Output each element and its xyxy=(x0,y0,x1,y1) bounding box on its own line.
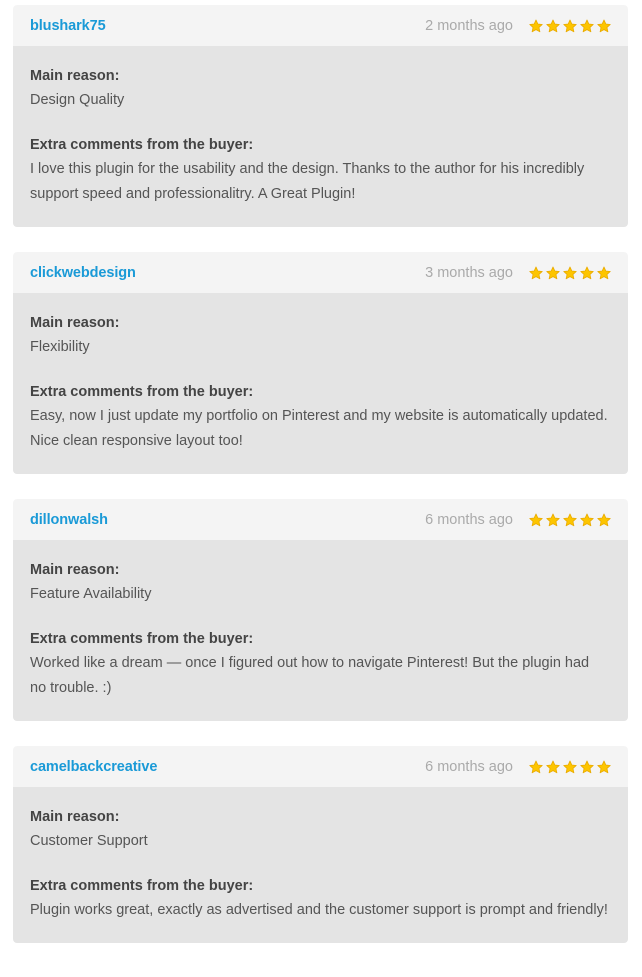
extra-comments-value: Worked like a dream — once I figured out… xyxy=(30,655,590,696)
review-date: 6 months ago xyxy=(425,511,513,528)
main-reason-value: Design Quality xyxy=(30,92,125,108)
review-card-camelbackcreative: camelbackcreative 6 months ago Main reas… xyxy=(13,746,628,943)
review-header: blushark75 2 months ago xyxy=(13,5,628,46)
review-author-link[interactable]: camelbackcreative xyxy=(30,759,157,775)
review-date: 3 months ago xyxy=(425,264,513,281)
star-icon xyxy=(546,266,560,279)
star-icon xyxy=(580,19,594,32)
star-icon xyxy=(563,266,577,279)
main-reason-label: Main reason: xyxy=(30,562,120,578)
extra-comments-value: I love this plugin for the usability and… xyxy=(30,161,585,202)
extra-comments-block: Extra comments from the buyer: Worked li… xyxy=(30,627,611,701)
review-body: Main reason: Flexibility Extra comments … xyxy=(13,293,628,474)
extra-comments-block: Extra comments from the buyer: Plugin wo… xyxy=(30,874,611,923)
star-icon xyxy=(580,760,594,773)
extra-comments-block: Extra comments from the buyer: Easy, now… xyxy=(30,380,611,454)
review-body: Main reason: Feature Availability Extra … xyxy=(13,540,628,721)
star-icon xyxy=(580,266,594,279)
review-card-clickwebdesign: clickwebdesign 3 months ago Main reason:… xyxy=(13,252,628,474)
star-icon xyxy=(546,513,560,526)
star-icon xyxy=(597,760,611,773)
star-icon xyxy=(563,19,577,32)
extra-comments-label: Extra comments from the buyer: xyxy=(30,631,254,647)
review-header: clickwebdesign 3 months ago xyxy=(13,252,628,293)
star-icon xyxy=(529,19,543,32)
review-date: 6 months ago xyxy=(425,758,513,775)
review-card-blushark75: blushark75 2 months ago Main reason: Des… xyxy=(13,5,628,227)
star-icon xyxy=(597,19,611,32)
review-date: 2 months ago xyxy=(425,17,513,34)
review-body: Main reason: Design Quality Extra commen… xyxy=(13,46,628,227)
review-header: camelbackcreative 6 months ago xyxy=(13,746,628,787)
main-reason-block: Main reason: Customer Support xyxy=(30,805,611,854)
extra-comments-label: Extra comments from the buyer: xyxy=(30,137,254,153)
review-author-link[interactable]: blushark75 xyxy=(30,18,106,34)
main-reason-block: Main reason: Flexibility xyxy=(30,311,611,360)
main-reason-label: Main reason: xyxy=(30,68,120,84)
extra-comments-label: Extra comments from the buyer: xyxy=(30,878,254,894)
review-body: Main reason: Customer Support Extra comm… xyxy=(13,787,628,943)
star-icon xyxy=(597,513,611,526)
star-icon xyxy=(563,513,577,526)
extra-comments-block: Extra comments from the buyer: I love th… xyxy=(30,133,611,207)
main-reason-value: Flexibility xyxy=(30,339,90,355)
review-author-link[interactable]: clickwebdesign xyxy=(30,265,136,281)
review-header: dillonwalsh 6 months ago xyxy=(13,499,628,540)
review-rating-stars xyxy=(529,760,611,774)
star-icon xyxy=(529,760,543,773)
main-reason-block: Main reason: Feature Availability xyxy=(30,558,611,607)
main-reason-block: Main reason: Design Quality xyxy=(30,64,611,113)
star-icon xyxy=(580,513,594,526)
star-icon xyxy=(546,760,560,773)
review-author-link[interactable]: dillonwalsh xyxy=(30,512,108,528)
review-rating-stars xyxy=(529,19,611,33)
reviews-list: blushark75 2 months ago Main reason: Des… xyxy=(0,0,642,957)
extra-comments-value: Plugin works great, exactly as advertise… xyxy=(30,902,608,918)
extra-comments-label: Extra comments from the buyer: xyxy=(30,384,254,400)
star-icon xyxy=(546,19,560,32)
main-reason-value: Customer Support xyxy=(30,833,148,849)
review-card-dillonwalsh: dillonwalsh 6 months ago Main reason: Fe… xyxy=(13,499,628,721)
main-reason-label: Main reason: xyxy=(30,315,120,331)
star-icon xyxy=(529,266,543,279)
review-rating-stars xyxy=(529,266,611,280)
star-icon xyxy=(597,266,611,279)
main-reason-value: Feature Availability xyxy=(30,586,152,602)
review-rating-stars xyxy=(529,513,611,527)
extra-comments-value: Easy, now I just update my portfolio on … xyxy=(30,408,608,449)
star-icon xyxy=(563,760,577,773)
main-reason-label: Main reason: xyxy=(30,809,120,825)
star-icon xyxy=(529,513,543,526)
